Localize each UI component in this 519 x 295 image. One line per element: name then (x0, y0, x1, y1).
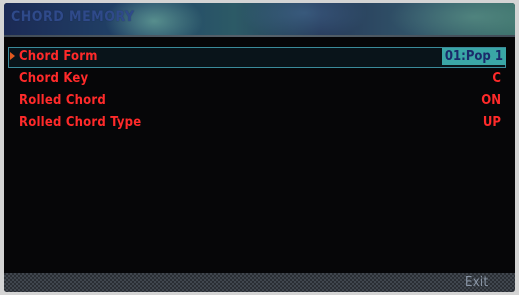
cursor-triangle-icon (10, 52, 15, 60)
header-bar: CHORD MEMORY (4, 3, 515, 35)
param-label-rolled-chord-type: Rolled Chord Type (19, 115, 142, 130)
parameter-list: Chord Form 01:Pop 1 Chord Key C Rolled C… (4, 47, 515, 135)
param-value-chord-form[interactable]: 01:Pop 1 (441, 48, 506, 65)
footer-bar (4, 273, 515, 292)
exit-button[interactable]: Exit (452, 274, 508, 292)
page-title: CHORD MEMORY (11, 9, 135, 25)
display-screen: CHORD MEMORY Chord Form 01:Pop 1 Chord K… (4, 3, 515, 292)
param-row-rolled-chord[interactable]: Rolled Chord ON (4, 91, 515, 113)
param-value-rolled-chord[interactable]: ON (481, 93, 501, 108)
header-divider (4, 35, 515, 37)
param-row-rolled-chord-type[interactable]: Rolled Chord Type UP (4, 113, 515, 135)
param-value-rolled-chord-type[interactable]: UP (483, 115, 501, 130)
param-label-chord-form: Chord Form (19, 49, 98, 64)
param-row-chord-form[interactable]: Chord Form 01:Pop 1 (4, 47, 515, 69)
param-value-chord-key[interactable]: C (492, 71, 501, 86)
param-row-chord-key[interactable]: Chord Key C (4, 69, 515, 91)
param-label-rolled-chord: Rolled Chord (19, 93, 106, 108)
param-label-chord-key: Chord Key (19, 71, 89, 86)
exit-label: Exit (465, 275, 489, 290)
